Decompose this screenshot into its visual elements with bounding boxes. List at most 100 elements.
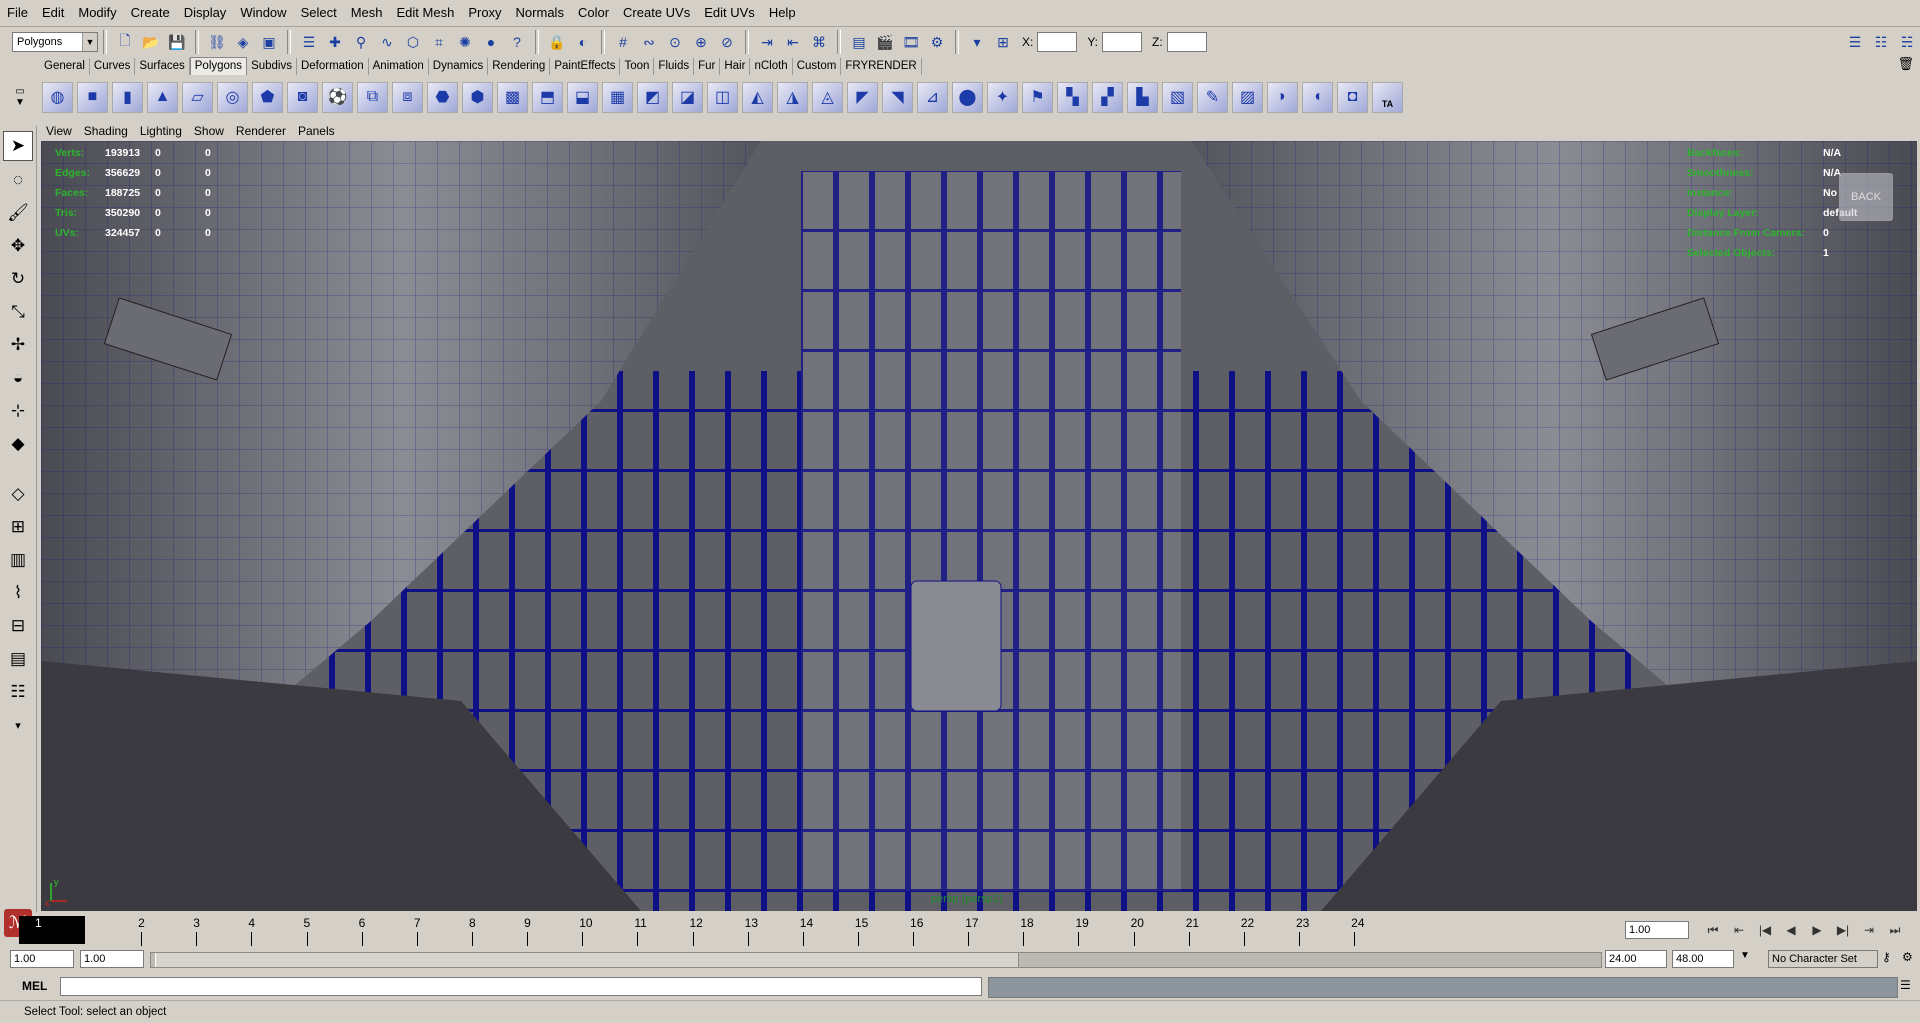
bevel-icon[interactable]: ◭ (742, 81, 773, 113)
menu-proxy[interactable]: Proxy (461, 0, 508, 26)
make-live-icon[interactable]: ⊘ (716, 31, 738, 53)
shelf-tab-ncloth[interactable]: nCloth (750, 58, 793, 75)
poly-torus-icon[interactable]: ◎ (217, 81, 248, 113)
show-manipulator-icon[interactable]: ⊹ (4, 397, 32, 425)
select-rendering-icon[interactable]: ● (480, 31, 502, 53)
shelf-tab-custom[interactable]: Custom (793, 58, 842, 75)
range-handle[interactable] (155, 953, 1019, 967)
menuset-dropdown[interactable]: Polygons ▼ (12, 32, 98, 52)
spherical-mapping-icon[interactable]: ✦ (987, 81, 1018, 113)
separate-icon[interactable]: ⧈ (392, 81, 423, 113)
hypershade-icon[interactable]: ◗ (1267, 81, 1298, 113)
render-settings-icon[interactable]: ⚙ (926, 31, 948, 53)
menu-window[interactable]: Window (233, 0, 293, 26)
select-tool-icon[interactable]: ➤ (3, 131, 33, 161)
persp-hypershade-layout-icon[interactable]: ⊟ (4, 612, 32, 640)
menu-edit-mesh[interactable]: Edit Mesh (390, 0, 462, 26)
shelf-tab-curves[interactable]: Curves (90, 58, 136, 75)
play-forwards-icon[interactable]: ▶ (1805, 920, 1829, 940)
tool-settings-toggle-icon[interactable]: ☷ (1870, 31, 1892, 53)
append-polygon-icon[interactable]: ▦ (602, 81, 633, 113)
output-ops-icon[interactable]: ⇤ (782, 31, 804, 53)
viewcube[interactable]: BACK (1839, 173, 1893, 221)
uv-checker-icon[interactable]: ▙ (1127, 81, 1158, 113)
poly-prism-icon[interactable]: ⬟ (252, 81, 283, 113)
ipr-render-icon[interactable]: 🎞 (900, 31, 922, 53)
checker-sphere-icon[interactable]: ▞ (1092, 81, 1123, 113)
scale-tool-icon[interactable]: ⤡ (4, 298, 32, 326)
shelf-tab-polygons[interactable]: Polygons (189, 57, 248, 75)
snap-curve-icon[interactable]: ∾ (638, 31, 660, 53)
auto-key-icon[interactable]: ⚷ (1882, 950, 1891, 964)
menu-edit[interactable]: Edit (35, 0, 71, 26)
paint-select-tool-icon[interactable]: 🖌 (4, 199, 32, 227)
panel-menu-show[interactable]: Show (188, 124, 230, 138)
select-misc-icon[interactable]: ? (506, 31, 528, 53)
range-bar[interactable] (150, 952, 1602, 968)
cut-faces-icon[interactable]: ◬ (812, 81, 843, 113)
shelf-tab-hair[interactable]: Hair (720, 58, 751, 75)
checker-icon[interactable]: ▚ (1057, 81, 1088, 113)
trash-icon[interactable]: 🗑 (1897, 56, 1914, 72)
ta-tool-icon[interactable]: TA (1372, 81, 1403, 113)
highlight-selection-icon[interactable]: ◐ (572, 31, 594, 53)
poly-cylinder-icon[interactable]: ▮ (112, 81, 143, 113)
poly-sphere-icon[interactable]: ◍ (42, 81, 73, 113)
select-object-icon[interactable]: ◈ (232, 31, 254, 53)
select-surfaces-icon[interactable]: ⬡ (402, 31, 424, 53)
character-set-menu[interactable]: No Character Set (1768, 950, 1878, 968)
command-input[interactable] (60, 977, 982, 996)
single-perspective-layout-icon[interactable]: ◇ (4, 480, 32, 508)
go-to-end-icon[interactable]: ⏭ (1883, 920, 1907, 940)
panel-menu-panels[interactable]: Panels (292, 124, 341, 138)
save-scene-icon[interactable]: 💾 (166, 31, 188, 53)
menu-select[interactable]: Select (294, 0, 344, 26)
snap-point-icon[interactable]: ⊙ (664, 31, 686, 53)
render-view-icon[interactable]: ▤ (848, 31, 870, 53)
script-editor-icon[interactable]: ☰ (1900, 978, 1911, 992)
universal-manipulator-icon[interactable]: ✢ (4, 331, 32, 359)
panel-menu-shading[interactable]: Shading (78, 124, 134, 138)
snap-view-plane-icon[interactable]: ⊕ (690, 31, 712, 53)
shelf-options-icon[interactable]: ▼ (15, 97, 25, 108)
menu-help[interactable]: Help (762, 0, 803, 26)
graph-hypergraph-layout-icon[interactable]: ☷ (4, 678, 32, 706)
input-field-mode-icon[interactable]: ▾ (966, 31, 988, 53)
construction-history-icon[interactable]: ⌘ (808, 31, 830, 53)
cylindrical-mapping-icon[interactable]: ⬤ (952, 81, 983, 113)
menu-create[interactable]: Create (124, 0, 177, 26)
step-forward-frame-icon[interactable]: ▶| (1831, 920, 1855, 940)
rotate-tool-icon[interactable]: ↻ (4, 265, 32, 293)
input-ops-icon[interactable]: ⇥ (756, 31, 778, 53)
current-time-field[interactable]: 1.00 (1625, 921, 1689, 939)
offset-edge-loop-icon[interactable]: ◫ (707, 81, 738, 113)
material-icon[interactable]: ◖ (1302, 81, 1333, 113)
persp-graph-layout-icon[interactable]: ⌇ (4, 579, 32, 607)
perspective-viewport[interactable]: Verts: 193913 0 0 Edges: 356629 0 0 Faces: 188725… (41, 141, 1917, 911)
time-slider[interactable]: 2 3 4 5 6 7 8 9 10 11 12 13 14 15 16 17 18 19 20 21 22 23 24 1… (0, 914, 1920, 947)
menu-color[interactable]: Color (571, 0, 616, 26)
menu-normals[interactable]: Normals (509, 0, 571, 26)
menu-modify[interactable]: Modify (71, 0, 123, 26)
extrude-icon[interactable]: ⬒ (532, 81, 563, 113)
select-mask-icon[interactable]: ☰ (298, 31, 320, 53)
go-to-start-icon[interactable]: ⏮ (1701, 920, 1725, 940)
playback-start-field[interactable]: 1.00 (80, 950, 144, 968)
poly-pipe-icon[interactable]: ◙ (287, 81, 318, 113)
menu-create-uvs[interactable]: Create UVs (616, 0, 697, 26)
select-dynamics-icon[interactable]: ✺ (454, 31, 476, 53)
poly-cone-icon[interactable]: ▲ (147, 81, 178, 113)
average-vertices-icon[interactable]: ▩ (497, 81, 528, 113)
poly-cube-icon[interactable]: ■ (77, 81, 108, 113)
step-back-key-icon[interactable]: ⇤ (1727, 920, 1751, 940)
animation-preferences-icon[interactable]: ⚙ (1902, 950, 1913, 964)
start-time-field[interactable]: 1.00 (10, 950, 74, 968)
shelf-tab-fryrender[interactable]: FRYRENDER (841, 58, 922, 75)
combine-icon[interactable]: ⧉ (357, 81, 388, 113)
shelf-tab-subdivs[interactable]: Subdivs (247, 58, 297, 75)
select-joints-icon[interactable]: ⚲ (350, 31, 372, 53)
persp-outliner-layout-icon[interactable]: ▥ (4, 546, 32, 574)
shelf-tab-painteffects[interactable]: PaintEffects (550, 58, 621, 75)
poke-icon[interactable]: ◥ (882, 81, 913, 113)
menu-file[interactable]: File (0, 0, 35, 26)
